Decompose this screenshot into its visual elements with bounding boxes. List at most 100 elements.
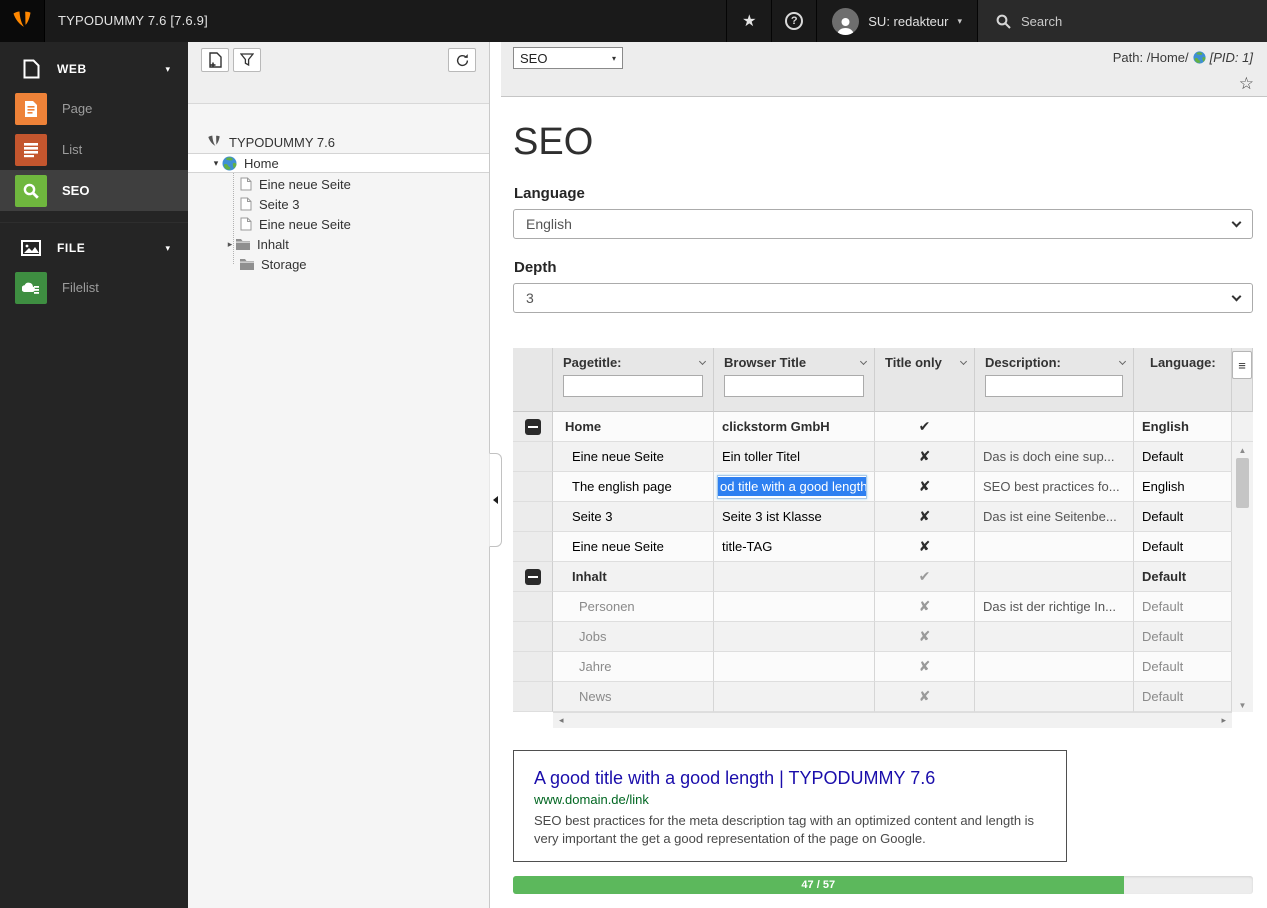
browser-title-cell[interactable]: Ein toller Titel <box>714 442 875 472</box>
typo3-backend: TYPODUMMY 7.6 [7.6.9] ★ ? SU: redakteur … <box>0 0 1267 908</box>
browser-title-filter-input[interactable] <box>724 375 864 397</box>
chevron-down-icon[interactable] <box>860 358 867 365</box>
title-only-cell[interactable]: ✘ <box>875 472 975 502</box>
browser-title-cell[interactable] <box>714 622 875 652</box>
caret-down-icon[interactable]: ▾ <box>210 158 222 169</box>
description-cell[interactable] <box>975 682 1134 712</box>
table-row[interactable]: Home clickstorm GmbH ✔ English <box>513 412 1253 442</box>
row-collapse-cell[interactable] <box>513 412 553 442</box>
scroll-down-icon[interactable]: ▼ <box>1232 701 1253 710</box>
section-web[interactable]: WEB ▾ <box>0 50 188 88</box>
title-only-cell[interactable]: ✘ <box>875 682 975 712</box>
depth-select[interactable]: 3 <box>513 283 1253 313</box>
module-item-filelist[interactable]: Filelist <box>0 267 188 308</box>
tree-node-folder-inhalt[interactable]: ▸ Inhalt <box>188 234 489 254</box>
title-only-cell[interactable]: ✔ <box>875 562 975 592</box>
tree-node-home[interactable]: ▾ Home <box>188 153 489 173</box>
avatar <box>832 8 859 35</box>
typo3-logo[interactable] <box>0 0 45 42</box>
seo-grid: Pagetitle: Browser Title Title only Desc… <box>513 348 1253 728</box>
pagetitle-cell: Eine neue Seite <box>553 532 714 562</box>
menu-divider <box>0 211 188 223</box>
module-item-seo[interactable]: SEO <box>0 170 188 211</box>
table-row[interactable]: News ✘ Default <box>513 682 1253 712</box>
tree-node-folder-storage[interactable]: Storage <box>188 254 489 274</box>
function-select[interactable]: SEO ▾ <box>513 47 623 69</box>
title-only-cell[interactable]: ✘ <box>875 592 975 622</box>
tree-collapse-handle[interactable] <box>489 453 502 547</box>
description-cell[interactable] <box>975 562 1134 592</box>
browser-title-cell[interactable]: title-TAG <box>714 532 875 562</box>
help-button[interactable]: ? <box>771 0 816 42</box>
row-collapse-cell[interactable] <box>513 652 553 682</box>
title-only-cell[interactable]: ✘ <box>875 442 975 472</box>
tree-node-page[interactable]: Eine neue Seite <box>188 214 489 234</box>
description-cell[interactable]: SEO best practices fo... <box>975 472 1134 502</box>
horizontal-scrollbar[interactable]: ◂ ▸ <box>553 712 1232 728</box>
collapse-all-cell[interactable] <box>513 348 553 412</box>
browser-title-cell[interactable] <box>714 682 875 712</box>
row-collapse-cell[interactable] <box>513 562 553 592</box>
chevron-down-icon[interactable] <box>1119 358 1126 365</box>
filter-button[interactable] <box>233 48 261 72</box>
module-item-page[interactable]: Page <box>0 88 188 129</box>
table-row[interactable]: Jobs ✘ Default <box>513 622 1253 652</box>
user-menu[interactable]: SU: redakteur ▾ <box>816 0 977 42</box>
tree-root[interactable]: TYPODUMMY 7.6 <box>188 132 489 152</box>
scrollbar-thumb[interactable] <box>1236 458 1249 508</box>
module-item-list[interactable]: List <box>0 129 188 170</box>
new-page-button[interactable] <box>201 48 229 72</box>
description-cell[interactable]: Das ist der richtige In... <box>975 592 1134 622</box>
vertical-scrollbar[interactable]: ▲ ▼ <box>1232 444 1253 712</box>
description-cell[interactable] <box>975 412 1134 442</box>
bookmarks-button[interactable]: ★ <box>726 0 771 42</box>
chevron-down-icon[interactable] <box>960 358 967 365</box>
row-collapse-cell[interactable] <box>513 502 553 532</box>
row-collapse-cell[interactable] <box>513 592 553 622</box>
description-cell[interactable] <box>975 532 1134 562</box>
description-cell[interactable]: Das ist eine Seitenbe... <box>975 502 1134 532</box>
row-collapse-cell[interactable] <box>513 442 553 472</box>
table-row[interactable]: Eine neue Seite title-TAG ✘ Default <box>513 532 1253 562</box>
table-row[interactable]: Jahre ✘ Default <box>513 652 1253 682</box>
caret-right-icon[interactable]: ▸ <box>224 239 236 250</box>
title-only-cell[interactable]: ✘ <box>875 622 975 652</box>
description-cell[interactable]: Das is doch eine sup... <box>975 442 1134 472</box>
description-cell[interactable] <box>975 652 1134 682</box>
browser-title-cell[interactable] <box>714 592 875 622</box>
row-collapse-cell[interactable] <box>513 532 553 562</box>
row-collapse-cell[interactable] <box>513 472 553 502</box>
description-filter-input[interactable] <box>985 375 1123 397</box>
section-file[interactable]: FILE ▾ <box>0 229 188 267</box>
tree-node-page[interactable]: Seite 3 <box>188 194 489 214</box>
title-only-cell[interactable]: ✘ <box>875 502 975 532</box>
refresh-button[interactable] <box>448 48 476 72</box>
table-row[interactable]: Seite 3 Seite 3 ist Klasse ✘ Das ist ein… <box>513 502 1253 532</box>
table-row[interactable]: Eine neue Seite Ein toller Titel ✘ Das i… <box>513 442 1253 472</box>
title-only-cell[interactable]: ✘ <box>875 652 975 682</box>
topbar-search[interactable]: Search <box>977 0 1267 42</box>
browser-title-cell[interactable]: Seite 3 ist Klasse <box>714 502 875 532</box>
pagetitle-filter-input[interactable] <box>563 375 703 397</box>
table-row[interactable]: Personen ✘ Das ist der richtige In... De… <box>513 592 1253 622</box>
scroll-left-icon[interactable]: ◂ <box>559 715 564 726</box>
column-menu-button[interactable]: ≡ <box>1232 351 1252 379</box>
table-row[interactable]: Inhalt ✔ Default <box>513 562 1253 592</box>
chevron-down-icon[interactable] <box>699 358 706 365</box>
shortcut-star-button[interactable]: ☆ <box>1239 74 1254 94</box>
description-cell[interactable] <box>975 622 1134 652</box>
browser-title-cell[interactable] <box>714 652 875 682</box>
table-row[interactable]: The english page od title with a good le… <box>513 472 1253 502</box>
title-only-cell[interactable]: ✘ <box>875 532 975 562</box>
language-select[interactable]: English <box>513 209 1253 239</box>
browser-title-cell[interactable]: od title with a good length <box>714 472 875 502</box>
browser-title-cell[interactable] <box>714 562 875 592</box>
scroll-up-icon[interactable]: ▲ <box>1232 446 1253 455</box>
row-collapse-cell[interactable] <box>513 682 553 712</box>
scroll-right-icon[interactable]: ▸ <box>1221 715 1226 726</box>
browser-title-cell[interactable]: clickstorm GmbH <box>714 412 875 442</box>
title-only-cell[interactable]: ✔ <box>875 412 975 442</box>
inline-edit-input[interactable]: od title with a good length <box>717 475 867 499</box>
row-collapse-cell[interactable] <box>513 622 553 652</box>
tree-node-page[interactable]: Eine neue Seite <box>188 174 489 194</box>
